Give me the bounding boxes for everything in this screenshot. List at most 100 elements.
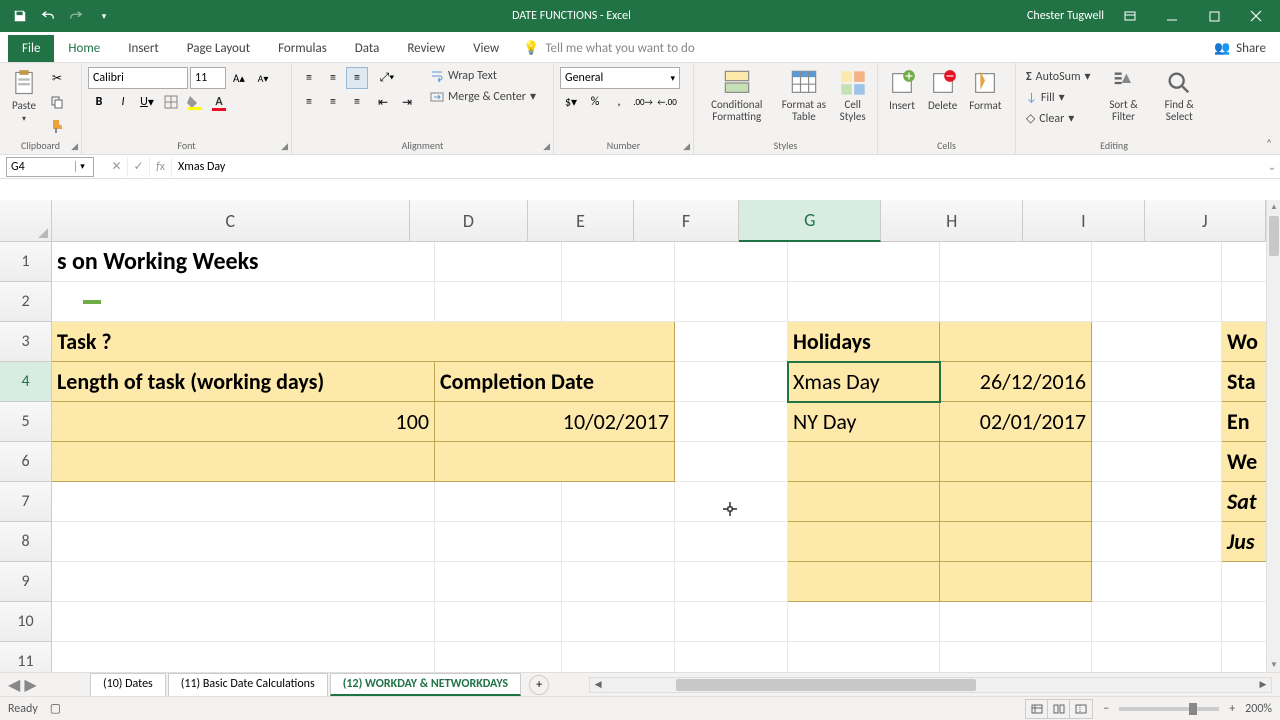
cell-I3[interactable]	[1092, 322, 1222, 362]
paste-button[interactable]: Paste ▾	[6, 67, 42, 126]
cell-D7[interactable]	[435, 482, 562, 522]
cell-E11[interactable]	[562, 642, 675, 672]
page-layout-view-icon[interactable]	[1048, 700, 1070, 718]
cell-I8[interactable]	[1092, 522, 1222, 562]
align-center-icon[interactable]: ≡	[322, 91, 344, 113]
formula-input[interactable]: Xmas Day	[172, 157, 1264, 177]
cell-G9[interactable]	[788, 562, 940, 602]
column-header-D[interactable]: D	[410, 200, 529, 242]
cell-H3[interactable]	[940, 322, 1092, 362]
cell-I7[interactable]	[1092, 482, 1222, 522]
horizontal-scrollbar[interactable]: ◀ ▶	[589, 677, 1272, 693]
cell-F9[interactable]	[675, 562, 788, 602]
cell-C11[interactable]	[52, 642, 435, 672]
merge-center-button[interactable]: Merge & Center ▾	[426, 87, 540, 106]
align-bottom-icon[interactable]: ≡	[346, 67, 368, 89]
cell-F5[interactable]	[675, 402, 788, 442]
cell-I1[interactable]	[1092, 242, 1222, 282]
spreadsheet-grid[interactable]: CDEFGHIJ 1234567891011 s on Working Week…	[0, 200, 1280, 672]
sort-filter-button[interactable]: Sort & Filter	[1099, 67, 1149, 125]
page-break-view-icon[interactable]	[1070, 700, 1092, 718]
font-color-icon[interactable]: A	[208, 91, 230, 113]
expand-formula-bar-icon[interactable]: ⌄	[1264, 160, 1280, 173]
cell-D5[interactable]: 10/02/2017	[435, 402, 675, 442]
cell-E7[interactable]	[562, 482, 675, 522]
zoom-out-icon[interactable]: −	[1103, 702, 1109, 716]
cell-G5[interactable]: NY Day	[788, 402, 940, 442]
cell-H1[interactable]	[940, 242, 1092, 282]
align-left-icon[interactable]: ≡	[298, 91, 320, 113]
vertical-scrollbar-thumb[interactable]	[1269, 216, 1279, 256]
cell-D11[interactable]	[435, 642, 562, 672]
insert-function-icon[interactable]: fx	[150, 157, 172, 177]
sheet-tab[interactable]: (10) Dates	[90, 673, 166, 696]
cell-F11[interactable]	[675, 642, 788, 672]
cell-C10[interactable]	[52, 602, 435, 642]
insert-button[interactable]: Insert	[884, 67, 920, 114]
column-header-I[interactable]: I	[1023, 200, 1144, 242]
underline-button[interactable]: U▾	[136, 91, 158, 113]
increase-indent-icon[interactable]: ⇥	[396, 91, 418, 113]
cell-C1[interactable]: s on Working Weeks	[52, 242, 435, 282]
cell-C3[interactable]: Task ?	[52, 322, 675, 362]
cell-C9[interactable]	[52, 562, 435, 602]
cell-E8[interactable]	[562, 522, 675, 562]
cell-I10[interactable]	[1092, 602, 1222, 642]
decrease-decimal-icon[interactable]: ←.00	[656, 91, 678, 113]
hscroll-left-icon[interactable]: ◀	[590, 678, 606, 692]
cell-I11[interactable]	[1092, 642, 1222, 672]
cell-D2[interactable]	[435, 282, 562, 322]
cell-H4[interactable]: 26/12/2016	[940, 362, 1092, 402]
cell-H7[interactable]	[940, 482, 1092, 522]
normal-view-icon[interactable]	[1026, 700, 1048, 718]
cell-I2[interactable]	[1092, 282, 1222, 322]
macro-record-icon[interactable]: ▢	[50, 701, 61, 716]
cell-C6[interactable]	[52, 442, 435, 482]
cell-D4[interactable]: Completion Date	[435, 362, 675, 402]
cell-C7[interactable]	[52, 482, 435, 522]
row-header-9[interactable]: 9	[0, 562, 52, 602]
delete-button[interactable]: Delete	[924, 67, 961, 114]
cell-G6[interactable]	[788, 442, 940, 482]
sheet-tab[interactable]: (12) WORKDAY & NETWORKDAYS	[330, 673, 521, 696]
cell-G11[interactable]	[788, 642, 940, 672]
cell-F3[interactable]	[675, 322, 788, 362]
vertical-scrollbar[interactable]: ▲ ▼	[1266, 200, 1280, 672]
cell-C5[interactable]: 100	[52, 402, 435, 442]
fill-button[interactable]: ↓ Fill ▾	[1022, 88, 1095, 107]
ribbon-tab-view[interactable]: View	[459, 35, 513, 62]
namebox-dropdown-icon[interactable]: ▾	[75, 161, 89, 172]
increase-font-icon[interactable]: A▴	[228, 67, 250, 89]
undo-icon[interactable]	[36, 5, 60, 27]
column-header-J[interactable]: J	[1145, 200, 1266, 242]
row-header-2[interactable]: 2	[0, 282, 52, 322]
percent-icon[interactable]: %	[584, 91, 606, 113]
cell-D10[interactable]	[435, 602, 562, 642]
column-header-F[interactable]: F	[634, 200, 740, 242]
cell-E1[interactable]	[562, 242, 675, 282]
cancel-formula-icon[interactable]: ✕	[106, 157, 128, 177]
cell-D8[interactable]	[435, 522, 562, 562]
find-select-button[interactable]: Find & Select	[1152, 67, 1206, 125]
collapse-ribbon-icon[interactable]: ˄	[1266, 137, 1272, 150]
cell-styles-button[interactable]: Cell Styles	[834, 67, 871, 125]
row-header-3[interactable]: 3	[0, 322, 52, 362]
cell-H8[interactable]	[940, 522, 1092, 562]
ribbon-tab-page-layout[interactable]: Page Layout	[173, 35, 264, 62]
comma-icon[interactable]: ,	[608, 91, 630, 113]
redo-icon[interactable]	[64, 5, 88, 27]
orientation-icon[interactable]: ⤢▾	[372, 67, 402, 89]
zoom-in-icon[interactable]: +	[1229, 702, 1235, 716]
cell-H9[interactable]	[940, 562, 1092, 602]
cell-H11[interactable]	[940, 642, 1092, 672]
cell-G7[interactable]	[788, 482, 940, 522]
cell-F10[interactable]	[675, 602, 788, 642]
cut-icon[interactable]: ✂	[46, 67, 68, 89]
ribbon-tab-insert[interactable]: Insert	[114, 35, 173, 62]
sheet-nav-next-icon[interactable]: ▶	[24, 675, 36, 695]
save-icon[interactable]	[8, 5, 32, 27]
hscroll-right-icon[interactable]: ▶	[1255, 678, 1271, 692]
cell-I6[interactable]	[1092, 442, 1222, 482]
cell-D1[interactable]	[435, 242, 562, 282]
column-header-G[interactable]: G	[739, 200, 881, 242]
